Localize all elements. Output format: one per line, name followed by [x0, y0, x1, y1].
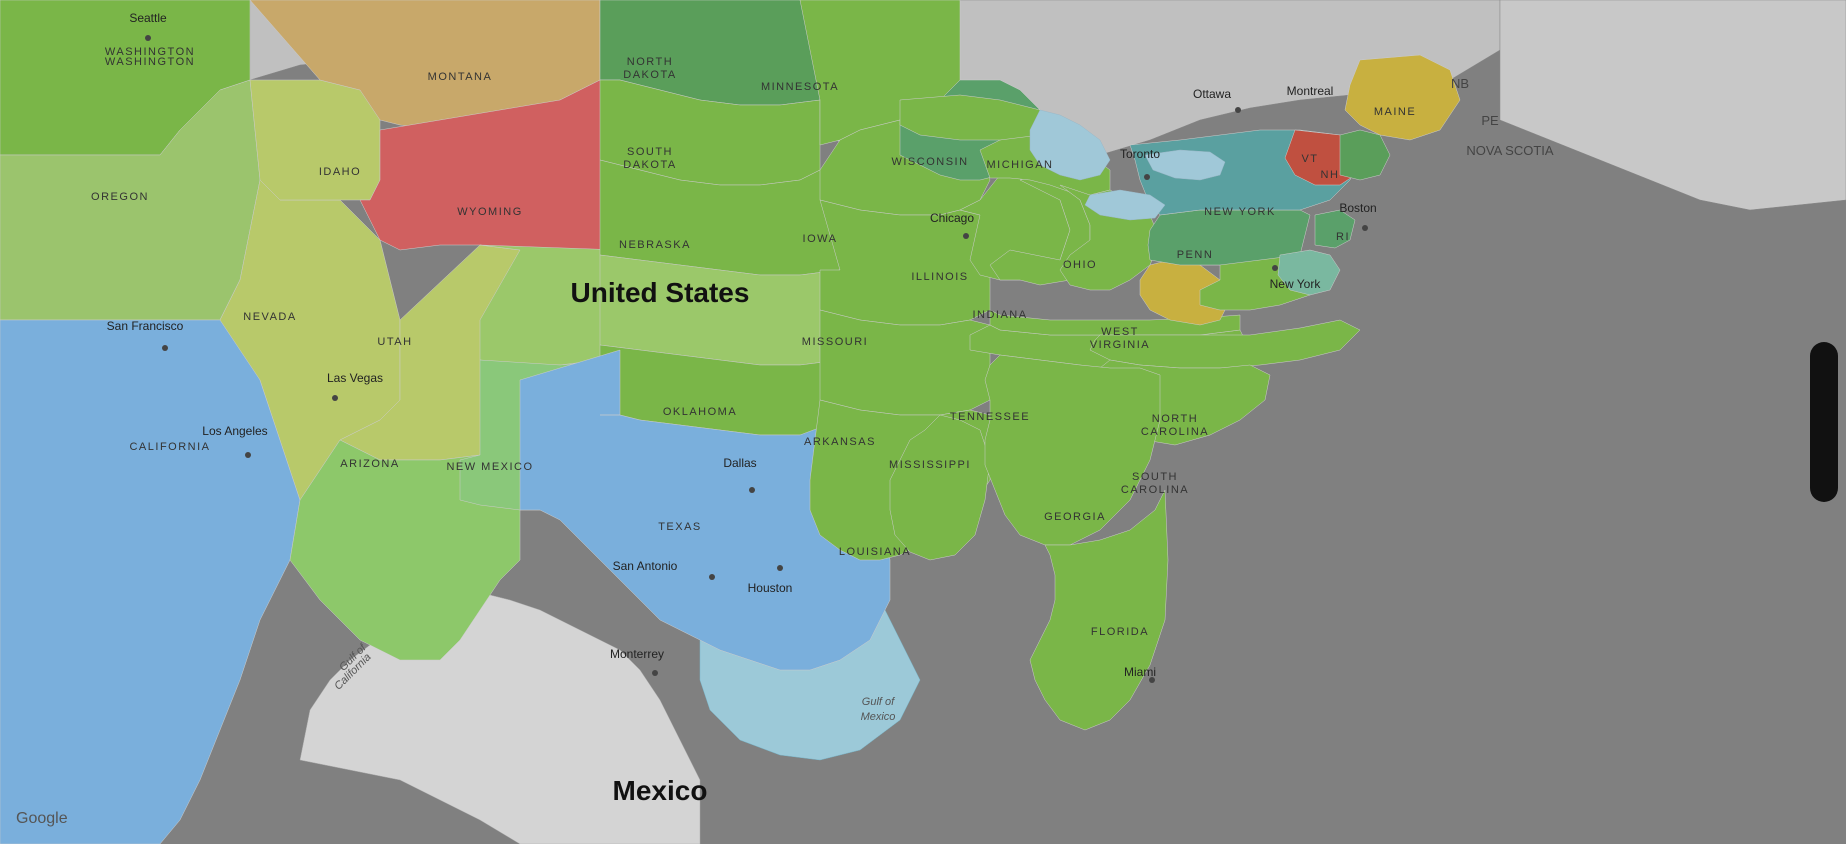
state-label-montana: MONTANA — [428, 71, 493, 83]
city-label-monterrey: Monterrey — [610, 647, 664, 661]
state-label-illinois: ILLINOIS — [911, 271, 968, 283]
city-dot-boston — [1362, 225, 1368, 231]
city-label-toronto: Toronto — [1120, 147, 1160, 161]
state-label-south-carolina2: CAROLINA — [1121, 484, 1189, 496]
state-label-mississippi: MISSISSIPPI — [889, 459, 971, 471]
map-container[interactable]: United States WASHINGTON OREGON CALIFORN… — [0, 0, 1846, 844]
state-label-vt: VT — [1301, 153, 1318, 165]
state-label-michigan: MICHIGAN — [987, 159, 1054, 171]
state-label-new-mexico: NEW MEXICO — [446, 461, 533, 473]
state-label-minnesota: MINNESOTA — [761, 81, 839, 93]
city-dot-san-antonio — [709, 574, 715, 580]
city-dot-san-francisco — [162, 345, 168, 351]
state-label-texas: TEXAS — [658, 521, 702, 533]
state-label-south-carolina: SOUTH — [1132, 471, 1178, 483]
city-label-san-francisco: San Francisco — [107, 319, 184, 333]
city-dot-new-york — [1272, 265, 1278, 271]
state-label-north-dakota2: DAKOTA — [623, 69, 676, 81]
state-label-oregon: OREGON — [91, 191, 149, 203]
water-label-gulf-of-mexico2: Mexico — [861, 711, 896, 723]
state-label-indiana: INDIANA — [972, 309, 1027, 321]
city-label-los-angeles: Los Angeles — [202, 424, 267, 438]
city-label-miami: Miami — [1124, 665, 1156, 679]
city-dot-chicago — [963, 233, 969, 239]
state-label-florida: FLORIDA — [1091, 626, 1149, 638]
state-label-maine: MAINE — [1374, 106, 1416, 118]
canada-label-nb: NB — [1451, 76, 1469, 91]
state-label-west-virginia2: VIRGINIA — [1090, 339, 1150, 351]
city-label-seattle: Seattle — [129, 11, 167, 25]
state-label-georgia: GEORGIA — [1044, 511, 1106, 523]
city-sublabel-washington: WASHINGTON — [105, 46, 195, 58]
state-label-wyoming: WYOMING — [457, 206, 523, 218]
city-dot-seattle — [145, 35, 151, 41]
canada-label-nova-scotia: NOVA SCOTIA — [1466, 143, 1553, 158]
map-scrollbar[interactable] — [1810, 342, 1838, 502]
state-label-tennessee: TENNESSEE — [950, 411, 1030, 423]
state-label-oklahoma: OKLAHOMA — [663, 406, 737, 418]
state-label-wisconsin: WISCONSIN — [891, 156, 968, 168]
city-dot-toronto — [1144, 174, 1150, 180]
state-label-west-virginia: WEST — [1101, 326, 1139, 338]
state-label-penn: PENN — [1177, 249, 1214, 261]
city-dot-dallas — [749, 487, 755, 493]
state-label-south-dakota: SOUTH — [627, 146, 673, 158]
state-label-nebraska: NEBRASKA — [619, 239, 691, 251]
city-dot-los-angeles — [245, 452, 251, 458]
state-label-new-york: NEW YORK — [1204, 206, 1276, 218]
state-label-arkansas: ARKANSAS — [804, 436, 876, 448]
city-label-new-york: New York — [1270, 277, 1322, 291]
google-logo: Google — [16, 810, 68, 828]
state-label-north-carolina: NORTH — [1152, 413, 1198, 425]
state-label-nh: NH — [1321, 169, 1340, 181]
state-label-ri: RI — [1336, 231, 1350, 243]
state-label-california: CALIFORNIA — [129, 441, 210, 453]
city-label-ottawa: Ottawa — [1193, 87, 1231, 101]
state-label-utah: UTAH — [377, 336, 412, 348]
canada-label-pe: PE — [1481, 113, 1499, 128]
state-label-arizona: ARIZONA — [340, 458, 399, 470]
city-label-dallas: Dallas — [723, 456, 756, 470]
map-svg: United States WASHINGTON OREGON CALIFORN… — [0, 0, 1846, 844]
state-label-idaho: IDAHO — [319, 166, 361, 178]
city-label-san-antonio: San Antonio — [613, 559, 678, 573]
city-label-boston: Boston — [1339, 201, 1376, 215]
state-label-louisiana: LOUISIANA — [839, 546, 911, 558]
state-label-north-dakota: NORTH — [627, 56, 673, 68]
state-label-missouri: MISSOURI — [802, 336, 868, 348]
water-label-gulf-of-mexico: Gulf of — [862, 696, 895, 708]
city-dot-houston — [777, 565, 783, 571]
state-label-nevada: NEVADA — [243, 311, 296, 323]
city-dot-ottawa — [1235, 107, 1241, 113]
state-label-ohio: OHIO — [1063, 259, 1097, 271]
city-label-montreal: Montreal — [1287, 84, 1334, 98]
state-label-south-dakota2: DAKOTA — [623, 159, 676, 171]
city-label-las-vegas: Las Vegas — [327, 371, 383, 385]
city-dot-las-vegas — [332, 395, 338, 401]
state-label-iowa: IOWA — [803, 233, 838, 245]
state-label-north-carolina2: CAROLINA — [1141, 426, 1209, 438]
country-label: United States — [571, 277, 750, 308]
mexico-label: Mexico — [613, 775, 708, 806]
city-label-houston: Houston — [748, 581, 793, 595]
city-dot-monterrey — [652, 670, 658, 676]
city-label-chicago: Chicago — [930, 211, 974, 225]
